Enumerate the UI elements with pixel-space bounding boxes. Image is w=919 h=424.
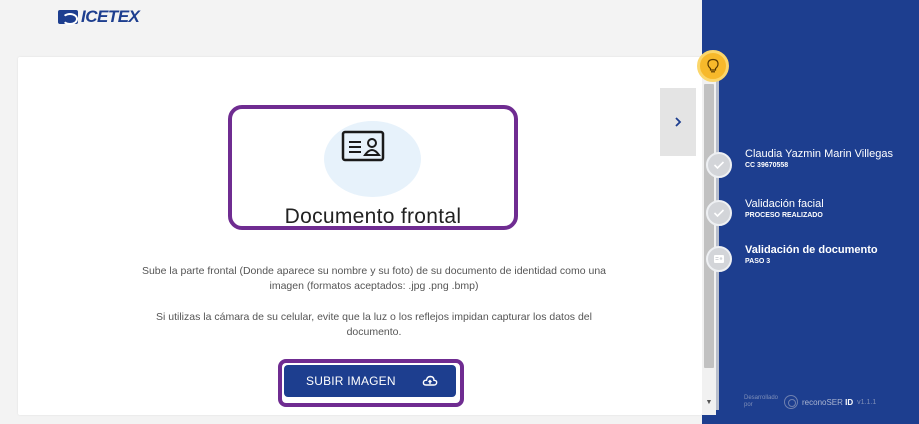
progress-line: [716, 80, 719, 410]
step-3-status: [706, 246, 732, 272]
upload-instructions: Sube la parte frontal (Donde aparece su …: [141, 265, 607, 292]
version-label: v1.1.1: [857, 398, 877, 406]
step-identity-name: Claudia Yazmin Marin Villegas: [745, 148, 893, 160]
step-facial-sub: PROCESO REALIZADO: [745, 212, 823, 219]
upload-image-button[interactable]: SUBIR IMAGEN: [284, 365, 456, 397]
tips-lightbulb-button[interactable]: [697, 50, 729, 82]
id-card-icon: [341, 130, 385, 162]
chevron-right-icon: [675, 117, 682, 127]
document-title: Documento frontal: [284, 205, 462, 228]
cloud-upload-icon: [422, 375, 438, 386]
brand-prefix: reconoSER: [802, 397, 843, 407]
step-facial-validation: Validación facial PROCESO REALIZADO: [745, 199, 824, 221]
step-document-sub: PASO 3: [745, 258, 771, 265]
step-document-name: Validación de documento: [745, 244, 878, 256]
logo-text: ICETEX: [81, 7, 140, 26]
brand-suffix: ID: [845, 397, 854, 407]
step-identity: Claudia Yazmin Marin Villegas CC 3967055…: [745, 149, 905, 171]
logo-mark-icon: [58, 10, 78, 25]
upload-button-label: SUBIR IMAGEN: [306, 374, 396, 388]
sidebar-footer: Desarrollado por reconoSER ID v1.1.1: [744, 395, 876, 409]
id-card-small-icon: [714, 255, 724, 263]
step-document-validation: Validación de documento PASO 3: [745, 245, 878, 267]
reconoser-logo-icon: [784, 395, 798, 409]
icetex-logo: ICETEX: [58, 7, 140, 26]
step-facial-name: Validación facial: [745, 198, 824, 210]
step-identity-sub: CC 39670558: [745, 162, 789, 169]
developed-by-label: Desarrollado por: [744, 395, 779, 408]
scroll-down-arrow-icon[interactable]: ▼: [705, 398, 713, 408]
scrollbar-thumb[interactable]: [704, 84, 714, 368]
brand-name: reconoSER ID: [802, 398, 853, 407]
step-1-status: [706, 152, 732, 178]
camera-tip: Si utilizas la cámara de su celular, evi…: [156, 311, 592, 338]
check-icon: [713, 161, 725, 170]
lightbulb-icon: [707, 58, 719, 73]
document-highlight-box: Documento frontal: [228, 105, 518, 230]
step-2-status: [706, 200, 732, 226]
next-panel-button[interactable]: [660, 88, 696, 156]
check-icon: [713, 209, 725, 218]
